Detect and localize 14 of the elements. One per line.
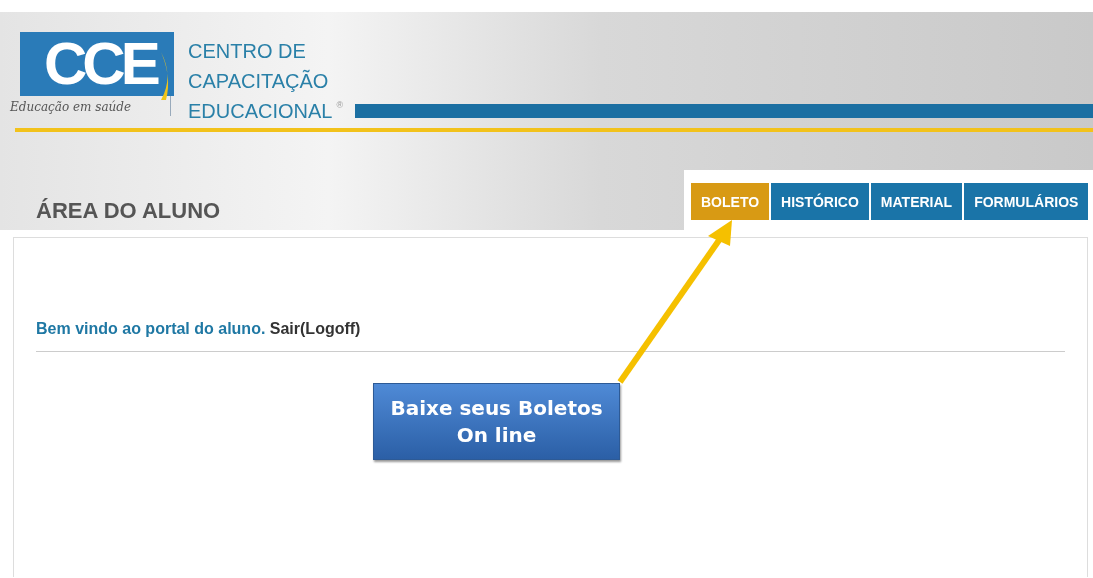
logoff-link[interactable]: Sair(Logoff) [269, 320, 361, 337]
brand-name-line: EDUCACIONAL [188, 99, 333, 124]
welcome-message: Bem vindo ao portal do aluno. Sair(Logoff) [36, 320, 1065, 352]
logo-tagline: Educação em saúde [10, 100, 133, 114]
brand-name-line: CAPACITAÇÃO [188, 68, 330, 94]
tab[interactable]: HISTÓRICO [771, 183, 869, 220]
callout-text: Baixe seus Boletos [390, 394, 603, 422]
section-title: ÁREA DO ALUNO [36, 198, 221, 224]
callout-text: On line [456, 421, 537, 449]
tab[interactable]: FORMULÁRIOS [964, 183, 1089, 220]
brand-name-line: CENTRO DE [188, 39, 307, 64]
logo-mark: CCE [20, 32, 174, 96]
registered-mark: ® [336, 100, 344, 110]
tab[interactable]: MATERIAL [870, 183, 963, 220]
